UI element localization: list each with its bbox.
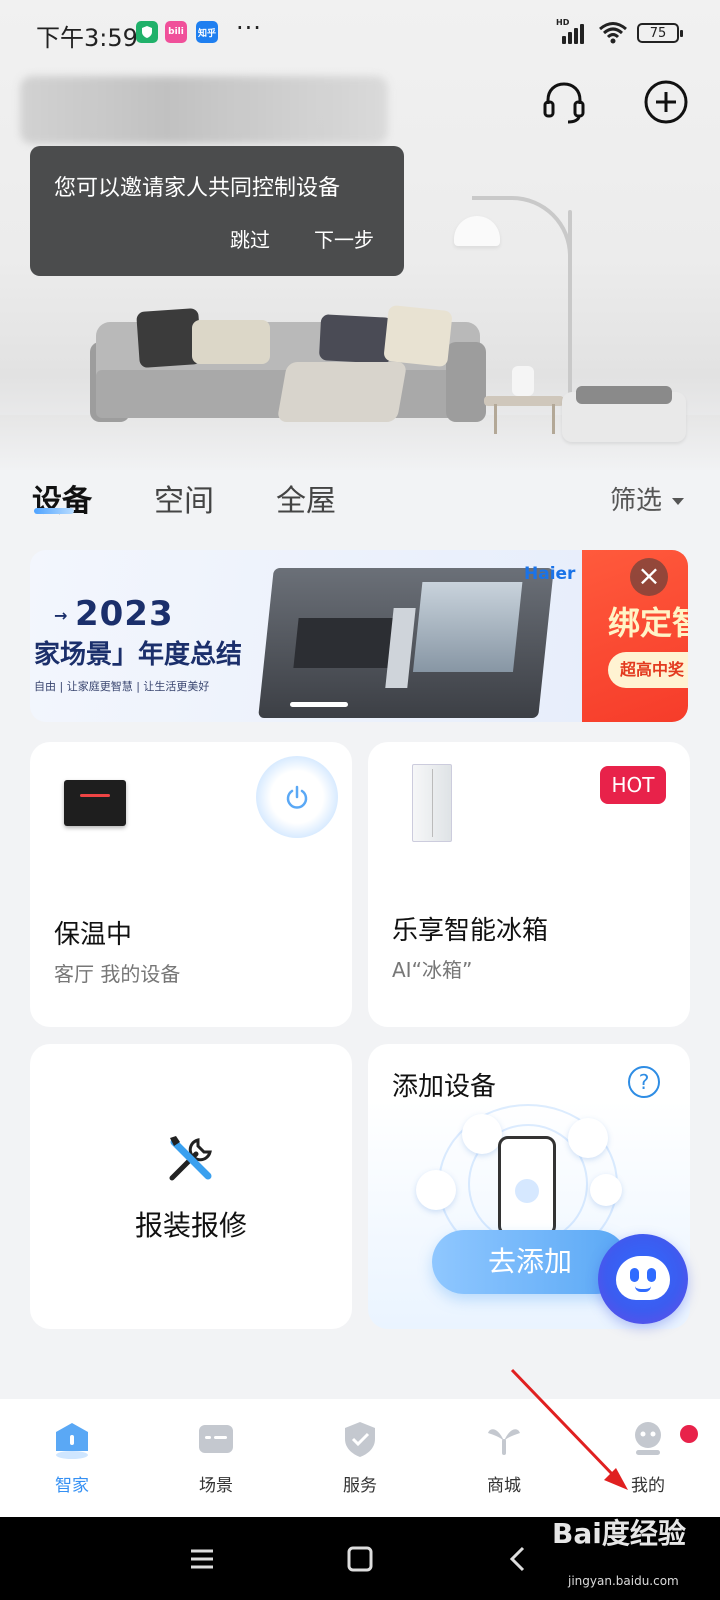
power-icon <box>286 785 308 809</box>
fridge-image <box>412 764 452 842</box>
banner-subtitle: 自由 | 让家庭更智慧 | 让生活更美好 <box>34 680 210 693</box>
banner-year: 2023 <box>54 594 174 634</box>
filter-button[interactable]: 筛选 <box>610 480 684 517</box>
water-heater-image <box>64 780 126 826</box>
invite-tooltip: 您可以邀请家人共同控制设备 跳过 下一步 <box>30 146 404 276</box>
haier-logo: Haier <box>524 564 576 584</box>
wifi-icon <box>599 22 627 44</box>
promo-banner[interactable]: 2023 家场景」年度总结 自由 | 让家庭更智慧 | 让生活更美好 Haier… <box>30 550 688 722</box>
battery-icon: 75 <box>637 23 683 43</box>
power-button[interactable] <box>256 756 338 838</box>
scene-icon <box>199 1425 233 1453</box>
baidu-watermark: Bai度经验 <box>552 1517 686 1550</box>
sofa-image <box>90 304 486 434</box>
device-card-heater[interactable]: 保温中 客厅 我的设备 <box>30 742 352 1027</box>
shield-app-icon <box>136 21 158 43</box>
blurred-family-name[interactable] <box>20 76 388 144</box>
product-title: 乐享智能冰箱 <box>392 916 549 946</box>
headset-icon[interactable] <box>540 78 588 126</box>
battery-level: 75 <box>649 25 667 41</box>
home-icon <box>56 1423 88 1459</box>
mall-icon <box>488 1429 520 1455</box>
carousel-indicator <box>290 702 348 707</box>
banner-title: 家场景」年度总结 <box>34 640 243 670</box>
hot-badge: HOT <box>600 766 666 804</box>
next-step-button[interactable]: 下一步 <box>314 224 374 253</box>
active-tab-indicator <box>34 508 74 514</box>
repair-label: 报装报修 <box>134 1209 247 1242</box>
nav-label: 智家 <box>55 1476 89 1496</box>
nav-item-services[interactable]: 服务 <box>300 1419 420 1496</box>
nav-item-scenes[interactable]: 场景 <box>156 1419 276 1496</box>
nav-item-mall[interactable]: 商城 <box>444 1419 564 1496</box>
device-status: 保温中 <box>54 920 133 950</box>
smart-room-image <box>258 568 554 718</box>
bilibili-app-icon: bili <box>165 21 187 43</box>
plus-circle-icon[interactable] <box>642 78 690 126</box>
menu-icon[interactable] <box>186 1543 218 1575</box>
skip-button[interactable]: 跳过 <box>230 224 270 253</box>
tools-icon <box>169 1136 212 1181</box>
vase <box>512 366 534 396</box>
service-shield-icon <box>345 1422 375 1457</box>
promo-prize-button: 超高中奖 <box>608 652 688 688</box>
view-tabs: 设备 空间 全屋 筛选 <box>0 470 720 530</box>
more-notifications-icon: ··· <box>236 14 262 42</box>
nav-label: 我的 <box>631 1476 665 1496</box>
product-card-fridge[interactable]: HOT 乐享智能冰箱 AI“冰箱” <box>368 742 690 1027</box>
add-device-illustration <box>408 1104 628 1264</box>
baidu-watermark-url: jingyan.baidu.com <box>568 1574 679 1588</box>
banner-annual-summary[interactable]: 2023 家场景」年度总结 自由 | 让家庭更智慧 | 让生活更美好 Haier <box>30 550 582 722</box>
promo-title: 绑定智 <box>608 604 688 642</box>
signal-icon <box>560 22 590 44</box>
tab-whole-house[interactable]: 全屋 <box>276 476 336 520</box>
product-subtitle: AI“冰箱” <box>392 958 473 982</box>
status-bar: 下午3:59 bili 知乎 ··· HD 75 <box>0 0 720 64</box>
tab-spaces[interactable]: 空间 <box>154 476 214 520</box>
caret-down-icon <box>672 498 684 505</box>
ottoman <box>562 386 686 442</box>
help-icon[interactable]: ? <box>628 1066 660 1098</box>
ai-assistant-button[interactable] <box>598 1234 688 1324</box>
notification-dot <box>680 1425 698 1443</box>
nav-label: 商城 <box>487 1476 521 1496</box>
back-icon[interactable] <box>502 1543 534 1575</box>
repair-card[interactable]: 报装报修 <box>30 1044 352 1329</box>
tooltip-text: 您可以邀请家人共同控制设备 <box>54 176 341 201</box>
nav-item-smart-home[interactable]: 智家 <box>12 1419 132 1496</box>
profile-icon <box>635 1422 661 1455</box>
robot-face-icon <box>616 1256 670 1300</box>
status-time: 下午3:59 <box>36 24 138 52</box>
zhihu-app-icon: 知乎 <box>196 21 218 43</box>
nav-label: 服务 <box>343 1476 377 1496</box>
add-device-title: 添加设备 <box>392 1072 497 1102</box>
filter-label: 筛选 <box>609 486 662 516</box>
close-banner-icon[interactable]: × <box>630 558 668 596</box>
home-square-icon[interactable] <box>344 1543 376 1575</box>
bottom-nav: 智家 场景 服务 商城 我的 <box>0 1399 720 1517</box>
device-location: 客厅 我的设备 <box>54 962 181 986</box>
nav-label: 场景 <box>199 1476 233 1496</box>
